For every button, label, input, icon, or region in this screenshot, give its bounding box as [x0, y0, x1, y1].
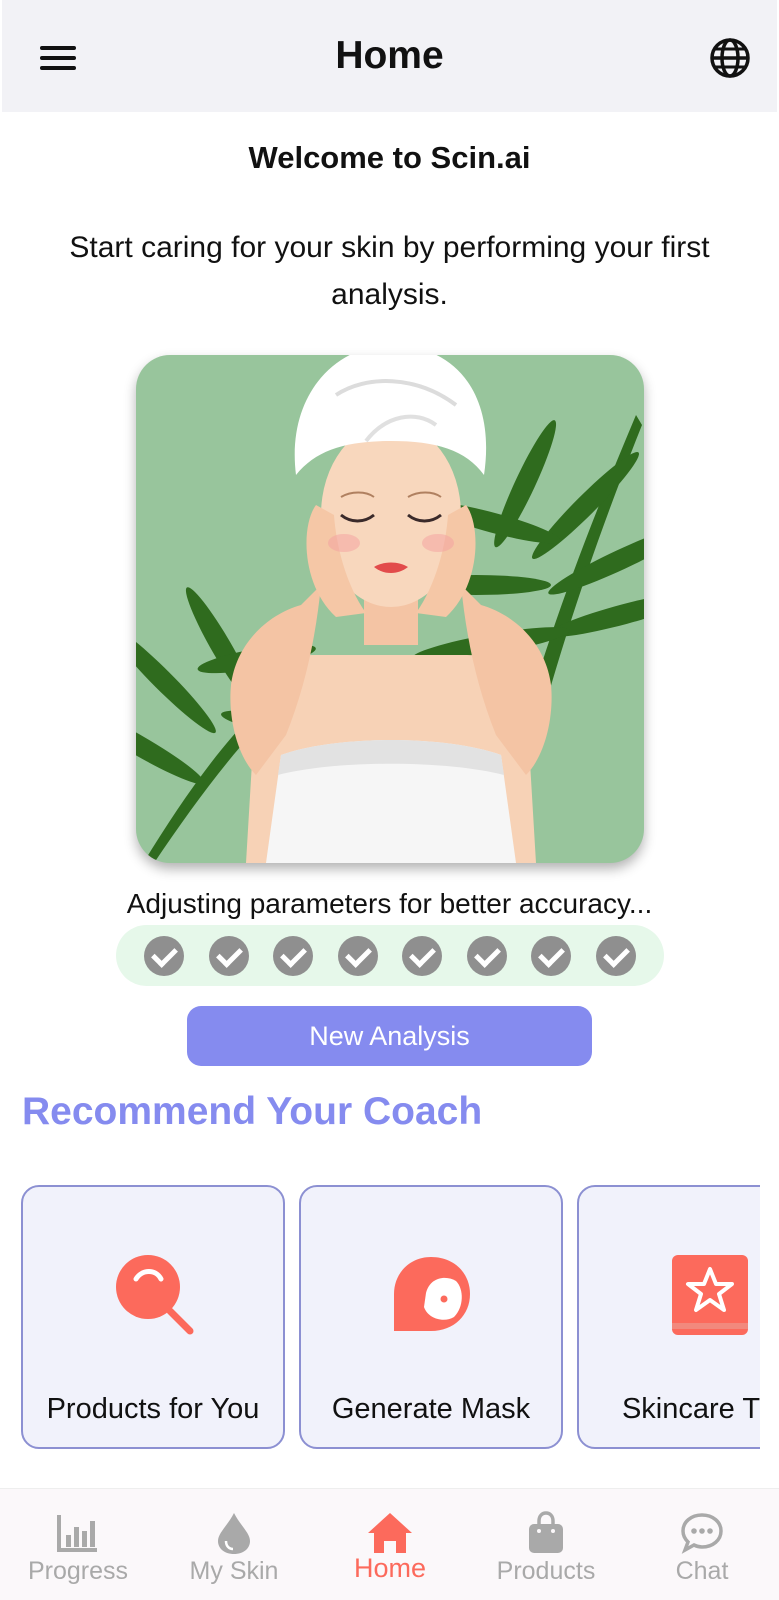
nav-label: Progress: [27, 1557, 129, 1585]
shopping-bag-icon: [468, 1509, 624, 1557]
welcome-subtitle: Start caring for your skin by performing…: [69, 231, 710, 311]
bar-chart-icon: [0, 1509, 156, 1557]
chat-bubble-icon: [624, 1509, 779, 1557]
new-analysis-button[interactable]: New Analysis: [187, 1006, 592, 1066]
coach-card-label: Products for You: [46, 1393, 260, 1425]
droplet-icon: [156, 1509, 312, 1557]
magnifier-icon: [23, 1249, 283, 1339]
check-icon: [466, 935, 507, 976]
welcome-title: Welcome to Scin.ai: [248, 140, 531, 175]
face-mask-icon: [301, 1249, 561, 1339]
coach-card-skincare[interactable]: Skincare Tips: [577, 1185, 760, 1449]
nav-item-progress[interactable]: Progress: [0, 1489, 156, 1600]
coach-cards-carousel[interactable]: Products for You Generate Mask Skincare …: [0, 1183, 760, 1451]
star-book-icon: [579, 1249, 760, 1339]
nav-item-home[interactable]: Home: [312, 1489, 468, 1600]
home-icon: [312, 1509, 468, 1557]
check-icon: [208, 935, 249, 976]
check-icon: [402, 935, 443, 976]
nav-item-products[interactable]: Products: [468, 1489, 624, 1600]
woman-skincare-illustration: [136, 355, 644, 863]
coach-section-title: Recommend Your Coach: [22, 1090, 483, 1133]
check-icon: [595, 935, 636, 976]
nav-label: My Skin: [189, 1557, 279, 1585]
nav-item-chat[interactable]: Chat: [624, 1489, 779, 1600]
check-icon: [337, 935, 378, 976]
bottom-navigation: Progress My Skin Home Products Chat: [0, 1488, 779, 1600]
coach-card-label: Skincare Tips: [621, 1393, 760, 1425]
page-title: Home: [335, 34, 444, 77]
coach-card-label: Generate Mask: [331, 1393, 531, 1425]
coach-card-mask[interactable]: Generate Mask: [299, 1185, 563, 1449]
analysis-status-text: Adjusting parameters for better accuracy…: [126, 888, 653, 919]
nav-label: Home: [353, 1553, 427, 1583]
check-icon: [144, 935, 185, 976]
check-icon: [273, 935, 314, 976]
coach-card-products[interactable]: Products for You: [21, 1185, 285, 1449]
check-icon: [531, 935, 572, 976]
app-header: Home: [2, 0, 777, 112]
globe-icon[interactable]: [708, 36, 752, 80]
nav-label: Chat: [675, 1557, 729, 1585]
analysis-steps-progress: [116, 925, 664, 986]
nav-label: Products: [496, 1557, 596, 1585]
nav-item-my-skin[interactable]: My Skin: [156, 1489, 312, 1600]
